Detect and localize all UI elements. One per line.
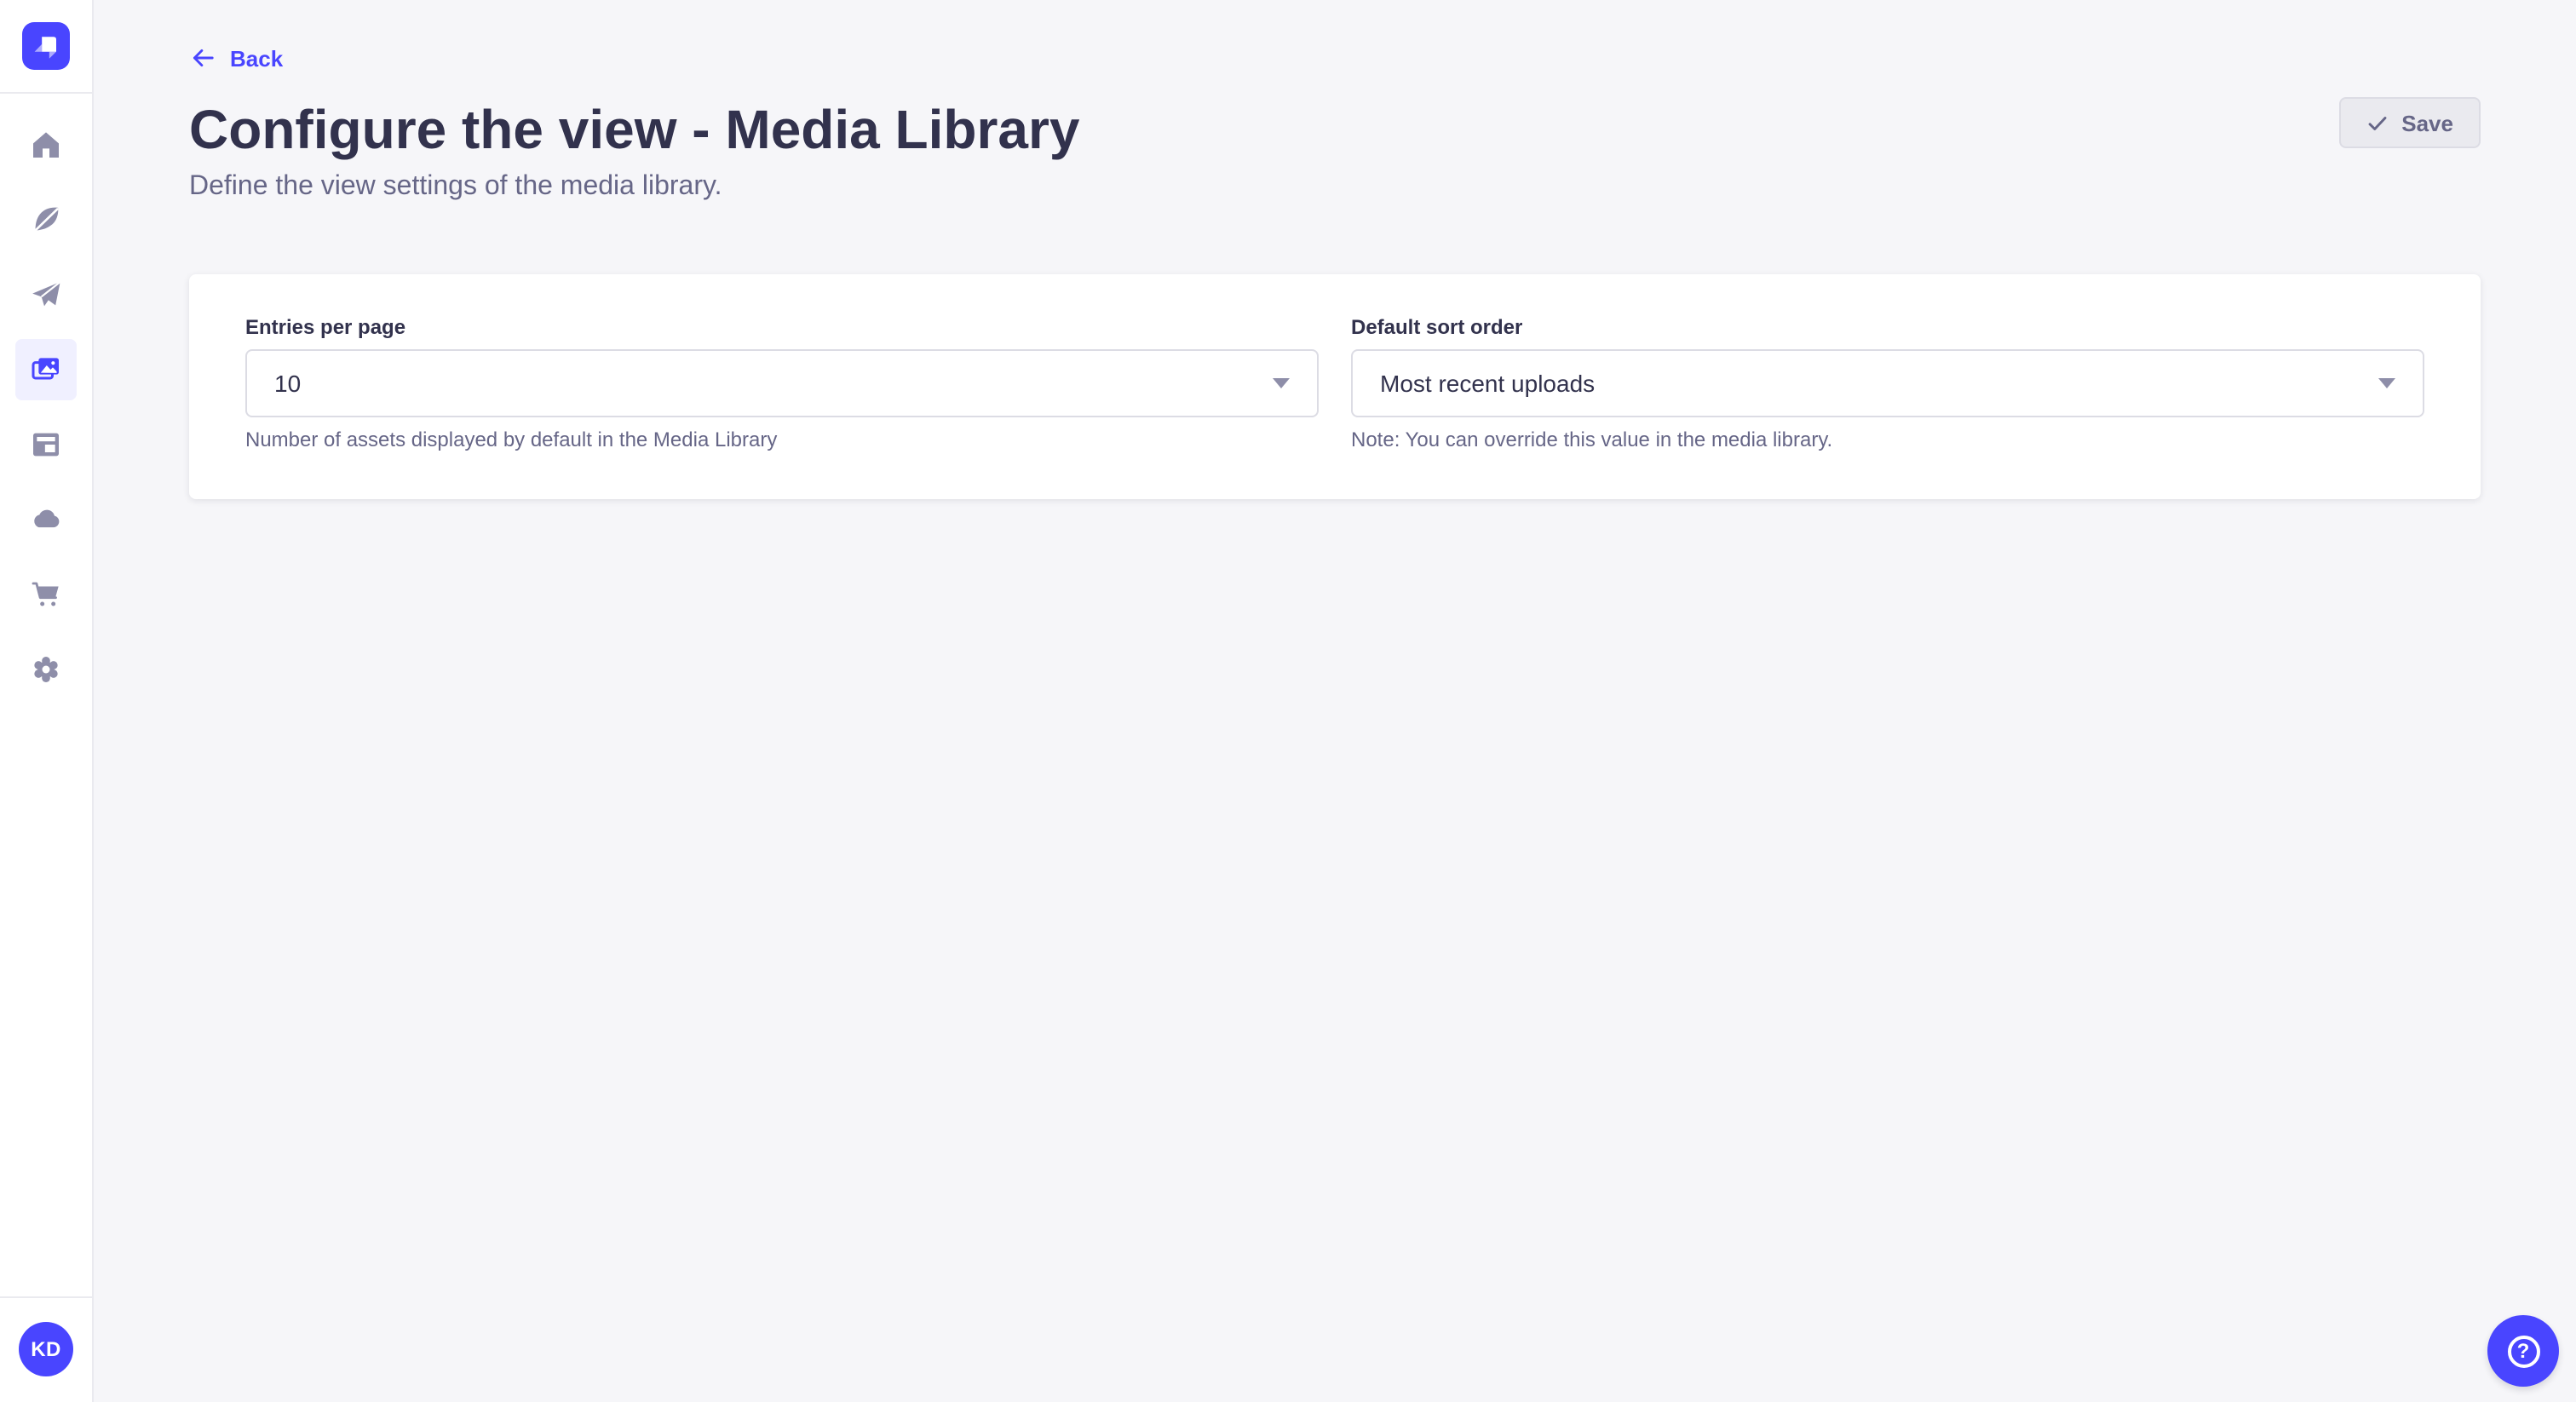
user-avatar[interactable]: KD — [19, 1322, 73, 1376]
sidebar-nav — [0, 94, 92, 700]
sidebar-item-content-type-builder[interactable] — [15, 414, 77, 475]
sidebar-footer: KD — [0, 1296, 92, 1402]
feather-icon — [29, 203, 63, 237]
pictures-icon — [29, 353, 63, 387]
save-button[interactable]: Save — [2338, 97, 2481, 148]
question-mark-icon: ? — [2507, 1335, 2539, 1367]
cloud-icon — [29, 503, 63, 537]
default-sort-order-label: Default sort order — [1351, 315, 2424, 341]
help-button[interactable]: ? — [2487, 1315, 2559, 1387]
sidebar-item-cloud[interactable] — [15, 489, 77, 550]
entries-per-page-label: Entries per page — [245, 315, 1319, 341]
page-header: Back Configure the view - Media Library … — [94, 0, 2576, 203]
sidebar: KD — [0, 0, 94, 1402]
viewport: KD Back Configure the view - Media Libra… — [0, 0, 2576, 1402]
sidebar-item-marketplace[interactable] — [15, 564, 77, 625]
default-sort-order-select[interactable]: Most recent uploads — [1351, 349, 2424, 417]
back-link-label: Back — [230, 45, 283, 71]
entries-per-page-value: 10 — [274, 370, 301, 397]
page-title: Configure the view - Media Library — [189, 101, 2481, 158]
entries-per-page-select[interactable]: 10 — [245, 349, 1319, 417]
main-content: Back Configure the view - Media Library … — [94, 0, 2576, 1402]
sidebar-item-media-library[interactable] — [15, 339, 77, 400]
sidebar-item-content-manager[interactable] — [15, 189, 77, 250]
page-subtitle: Define the view settings of the media li… — [189, 172, 2481, 203]
strapi-logo-icon[interactable] — [22, 22, 70, 70]
caret-down-icon — [1273, 378, 1290, 388]
entries-per-page-hint: Number of assets displayed by default in… — [245, 426, 1319, 453]
check-icon — [2366, 112, 2388, 134]
field-default-sort-order: Default sort order Most recent uploads N… — [1351, 315, 2424, 453]
gear-icon — [29, 652, 63, 687]
view-settings-card: Entries per page 10 Number of assets dis… — [189, 274, 2481, 499]
sidebar-item-releases[interactable] — [15, 264, 77, 325]
cart-icon — [29, 577, 63, 612]
paper-plane-icon — [29, 278, 63, 312]
default-sort-order-value: Most recent uploads — [1380, 370, 1595, 397]
logo-section — [0, 0, 92, 94]
save-button-label: Save — [2401, 110, 2453, 135]
layout-icon — [29, 428, 63, 462]
arrow-left-icon — [189, 44, 216, 72]
field-entries-per-page: Entries per page 10 Number of assets dis… — [245, 315, 1319, 453]
sidebar-item-settings[interactable] — [15, 639, 77, 700]
back-link[interactable]: Back — [189, 44, 283, 72]
default-sort-order-hint: Note: You can override this value in the… — [1351, 426, 2424, 453]
sidebar-item-home[interactable] — [15, 114, 77, 175]
caret-down-icon — [2378, 378, 2395, 388]
strapi-admin-app: KD Back Configure the view - Media Libra… — [0, 0, 2576, 1402]
home-icon — [29, 128, 63, 162]
